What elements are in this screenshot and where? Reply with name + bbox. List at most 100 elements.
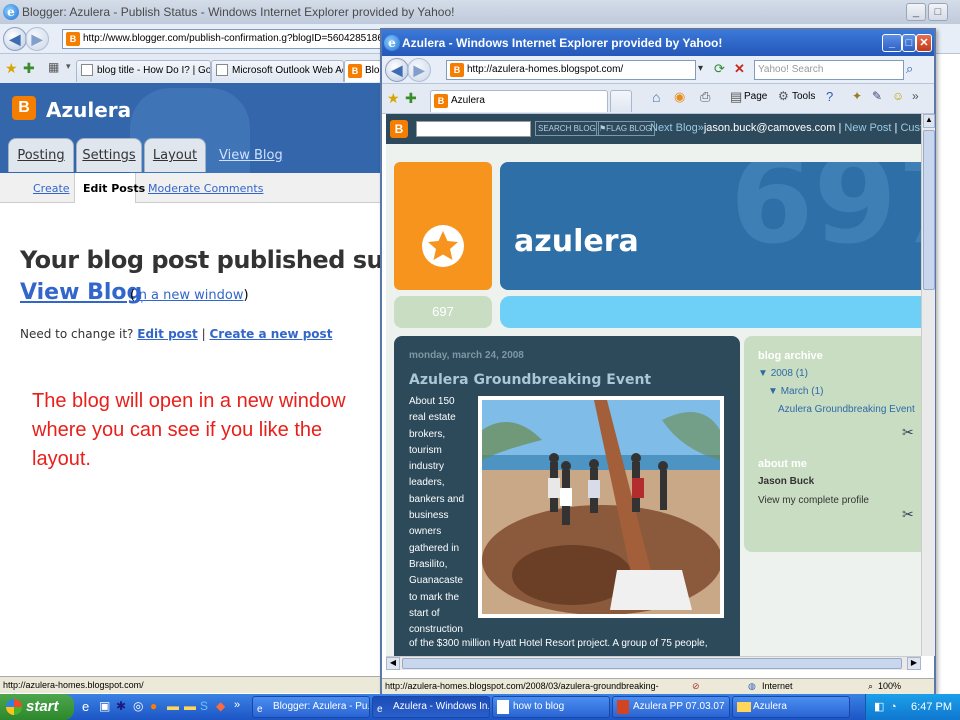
quicklaunch-ie-icon[interactable]: e bbox=[82, 699, 89, 714]
quick-tabs-icon[interactable]: ▦ bbox=[48, 60, 59, 74]
change-prompt: Need to change it? bbox=[20, 327, 134, 341]
edit-widget-icon[interactable]: ✂ bbox=[902, 424, 914, 441]
customize-link[interactable]: Custo bbox=[900, 122, 921, 134]
dropdown-icon[interactable]: ▾ bbox=[698, 63, 703, 74]
taskbar-item-how-to-blog[interactable]: how to blog bbox=[492, 696, 610, 718]
new-window-link[interactable]: in a new window bbox=[135, 288, 243, 303]
toolbar-extra-icon[interactable]: ✦ bbox=[852, 89, 862, 103]
refresh-icon[interactable]: ⟳ bbox=[714, 61, 725, 77]
post-photo[interactable] bbox=[478, 396, 724, 618]
taskbar-item-azulera-pp[interactable]: Azulera PP 07.03.07 bbox=[612, 696, 730, 718]
forward-icon[interactable]: ▶ bbox=[25, 27, 49, 51]
profile-link[interactable]: View my complete profile bbox=[758, 495, 869, 506]
tab-outlook[interactable]: Microsoft Outlook Web Access bbox=[211, 60, 344, 82]
quicklaunch-skype-icon[interactable]: S bbox=[200, 699, 208, 713]
volume-icon[interactable]: ◔ bbox=[890, 694, 897, 720]
blogger-logo-icon: B bbox=[12, 96, 36, 120]
zoom-level[interactable]: 100% bbox=[878, 679, 901, 694]
back-icon[interactable]: ◀ bbox=[385, 58, 409, 82]
feeds-icon[interactable]: ◉ bbox=[674, 89, 685, 105]
add-favorites-icon[interactable]: ✚ bbox=[405, 90, 417, 107]
maximize-button[interactable]: □ bbox=[928, 3, 948, 21]
scroll-right-icon[interactable]: ▶ bbox=[907, 657, 921, 670]
quicklaunch-desktop-icon[interactable]: ▣ bbox=[99, 699, 110, 713]
quicklaunch-more-icon[interactable]: » bbox=[234, 699, 240, 711]
vertical-scrollbar[interactable]: ▲ bbox=[921, 114, 935, 656]
privacy-icon[interactable]: ⊘ bbox=[692, 679, 700, 694]
archive-month-row[interactable]: ▼ March (1) bbox=[768, 386, 823, 397]
search-icon[interactable]: ⌕ bbox=[906, 61, 913, 77]
taskbar-item-azulera-ie[interactable]: e Azulera - Windows In... bbox=[372, 696, 490, 718]
page-menu[interactable]: Page bbox=[744, 91, 767, 102]
search-input[interactable]: Yahoo! Search bbox=[754, 60, 904, 80]
post-body-column: About 150 real estate brokers, tourism indus… bbox=[409, 394, 477, 638]
edit-widget-icon[interactable]: ✂ bbox=[902, 506, 914, 523]
chevron-icon[interactable]: » bbox=[912, 89, 919, 103]
home-icon[interactable]: ⌂ bbox=[652, 89, 660, 105]
new-tab-button[interactable] bbox=[610, 90, 632, 112]
tab-layout[interactable]: Layout bbox=[144, 138, 206, 172]
view-blog-big-link[interactable]: View Blog bbox=[20, 280, 142, 305]
hscroll-thumb[interactable] bbox=[402, 658, 902, 669]
print-icon[interactable]: ⎙ bbox=[700, 89, 710, 105]
create-new-post-link[interactable]: Create a new post bbox=[209, 327, 332, 341]
flag-blog-button[interactable]: ⚑FLAG BLOG bbox=[596, 121, 655, 136]
quicklaunch-folder2-icon[interactable]: ▬ bbox=[184, 699, 196, 713]
search-blog-button[interactable]: SEARCH BLOG bbox=[535, 121, 599, 136]
expand-toggle-icon[interactable]: ▼ bbox=[768, 386, 778, 397]
tab-azulera[interactable]: B Azulera bbox=[430, 90, 608, 112]
next-blog-link[interactable]: Next Blog» bbox=[650, 122, 704, 134]
tab-blogger[interactable]: B Blogg bbox=[344, 60, 384, 82]
new-post-link[interactable]: New Post bbox=[844, 122, 891, 134]
scroll-thumb[interactable] bbox=[923, 130, 935, 290]
tab-list-icon[interactable]: ▾ bbox=[66, 61, 71, 72]
blog-search-input[interactable] bbox=[416, 121, 531, 137]
tab-posting[interactable]: Posting bbox=[8, 138, 74, 172]
taskbar-item-blogger[interactable]: e Blogger: Azulera - Pu... bbox=[252, 696, 370, 718]
minimize-button[interactable]: _ bbox=[882, 34, 902, 52]
address-bar[interactable]: B http://www.blogger.com/publish-confirm… bbox=[62, 29, 382, 49]
quicklaunch-media-icon[interactable]: ◎ bbox=[133, 699, 143, 713]
forward-icon[interactable]: ▶ bbox=[407, 58, 431, 82]
tools-menu[interactable]: Tools bbox=[792, 91, 815, 102]
maximize-button[interactable]: □ bbox=[902, 34, 916, 52]
favorites-star-icon[interactable]: ★ bbox=[387, 90, 400, 107]
tab-settings[interactable]: Settings bbox=[76, 138, 142, 172]
minimize-button[interactable]: _ bbox=[906, 3, 926, 21]
archive-month[interactable]: March (1) bbox=[781, 386, 824, 397]
tab-label: Microsoft Outlook Web Access bbox=[232, 65, 343, 76]
quicklaunch-app-icon[interactable]: ✱ bbox=[116, 699, 126, 713]
view-blog-link[interactable]: View Blog bbox=[219, 148, 283, 163]
start-button[interactable]: start bbox=[0, 694, 74, 720]
horizontal-scrollbar[interactable]: ◀ ▶ bbox=[386, 656, 921, 670]
network-icon[interactable]: ◧ bbox=[874, 694, 884, 720]
edit-post-link[interactable]: Edit post bbox=[137, 327, 198, 341]
clock[interactable]: 6:47 PM bbox=[911, 701, 952, 713]
help-icon[interactable]: ? bbox=[826, 89, 833, 104]
create-link[interactable]: Create bbox=[33, 182, 70, 195]
stop-icon[interactable]: ✕ bbox=[734, 61, 745, 77]
blogger-logo-icon[interactable]: B bbox=[390, 120, 408, 138]
research-icon[interactable]: ✎ bbox=[872, 89, 882, 103]
archive-year[interactable]: 2008 (1) bbox=[771, 368, 808, 379]
address-bar[interactable]: B http://azulera-homes.blogspot.com/ bbox=[446, 60, 696, 80]
moderate-comments-link[interactable]: Moderate Comments bbox=[148, 182, 263, 195]
add-favorites-icon[interactable]: ✚ bbox=[23, 60, 35, 77]
back-icon[interactable]: ◀ bbox=[3, 27, 27, 51]
scroll-left-icon[interactable]: ◀ bbox=[386, 657, 400, 670]
favorites-star-icon[interactable]: ★ bbox=[5, 60, 18, 77]
scroll-up-icon[interactable]: ▲ bbox=[923, 114, 935, 128]
close-button[interactable]: ✕ bbox=[916, 34, 932, 52]
sidebar: blog archive ▼ 2008 (1) ▼ March (1) Azul… bbox=[744, 336, 921, 552]
tab-how-do-i[interactable]: blog title - How Do I? | Googl... bbox=[76, 60, 211, 82]
expand-toggle-icon[interactable]: ▼ bbox=[758, 368, 768, 379]
taskbar-item-azulera-folder[interactable]: Azulera bbox=[732, 696, 850, 718]
post-title[interactable]: Azulera Groundbreaking Event bbox=[409, 372, 651, 388]
quicklaunch-firefox-icon[interactable]: ● bbox=[150, 699, 157, 713]
quicklaunch-folder-icon[interactable]: ▬ bbox=[167, 699, 179, 713]
blog-title[interactable]: azulera bbox=[514, 224, 639, 259]
messenger-icon[interactable]: ☺ bbox=[892, 89, 904, 103]
archive-post-link[interactable]: Azulera Groundbreaking Event bbox=[778, 404, 915, 415]
archive-year-row[interactable]: ▼ 2008 (1) bbox=[758, 368, 808, 379]
quicklaunch-pdf-icon[interactable]: ◆ bbox=[216, 699, 225, 713]
